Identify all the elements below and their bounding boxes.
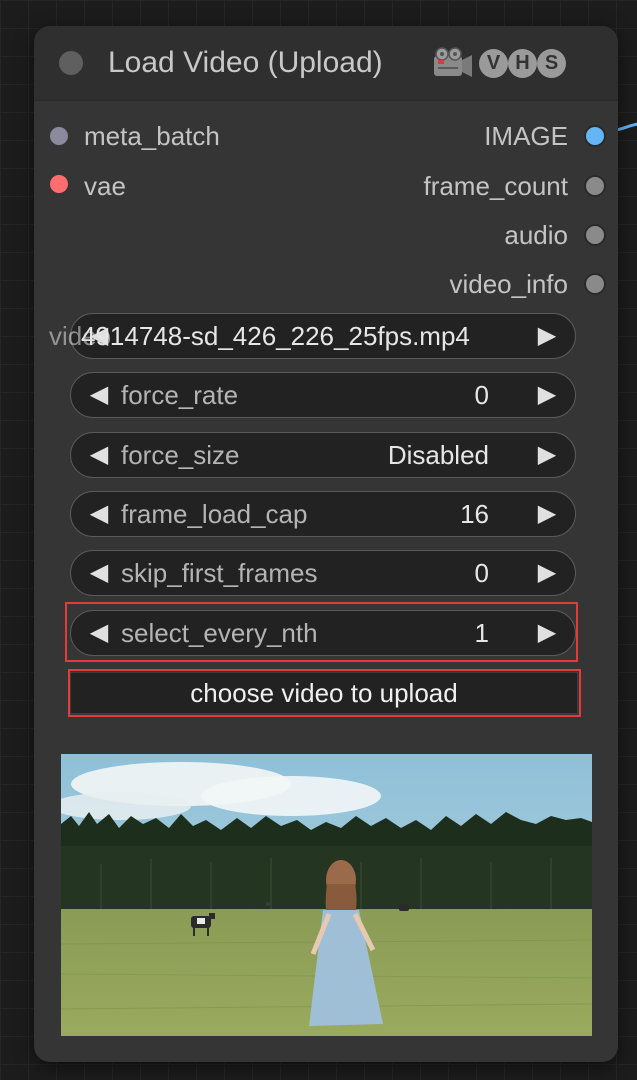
force-rate-label: force_rate bbox=[121, 380, 239, 410]
meta-batch-input-dot[interactable] bbox=[50, 127, 68, 145]
badge-v: V bbox=[479, 49, 508, 78]
video-next-arrow[interactable]: ▶ bbox=[533, 314, 561, 358]
collapse-toggle[interactable] bbox=[59, 51, 83, 75]
frame-load-cap-value: 16 bbox=[460, 499, 489, 529]
vae-input-label: vae bbox=[84, 171, 126, 201]
skip-first-frames-value: 0 bbox=[474, 558, 489, 588]
video-info-output-label: video_info bbox=[449, 269, 568, 299]
force-size-widget[interactable]: ◀ force_size Disabled ▶ bbox=[70, 432, 576, 478]
select-every-nth-label: select_every_nth bbox=[121, 618, 318, 648]
audio-output-dot[interactable] bbox=[584, 224, 606, 246]
skip-first-frames-increment[interactable]: ▶ bbox=[533, 551, 561, 595]
video-widget-value: 4914748-sd_426_226_25fps.mp4 bbox=[81, 321, 470, 351]
force-size-prev[interactable]: ◀ bbox=[85, 433, 113, 477]
image-output-dot[interactable] bbox=[584, 125, 606, 147]
force-rate-value: 0 bbox=[474, 380, 489, 410]
select-every-nth-decrement[interactable]: ◀ bbox=[85, 611, 113, 655]
video-combo-widget[interactable]: ◀ video 4914748-sd_426_226_25fps.mp4 ▶ bbox=[49, 313, 576, 359]
frame-count-output-dot[interactable] bbox=[584, 175, 606, 197]
force-size-value: Disabled bbox=[387, 440, 489, 470]
frame-load-cap-label: frame_load_cap bbox=[121, 499, 308, 529]
frame-load-cap-widget[interactable]: ◀ frame_load_cap 16 ▶ bbox=[70, 491, 576, 537]
force-rate-widget[interactable]: ◀ force_rate 0 ▶ bbox=[70, 372, 576, 418]
node-title: Load Video (Upload) bbox=[108, 46, 383, 79]
node-header[interactable]: Load Video (Upload) V H S bbox=[34, 26, 618, 101]
image-output-label: IMAGE bbox=[484, 121, 568, 151]
video-info-output-dot[interactable] bbox=[584, 273, 606, 295]
choose-video-upload-button[interactable]: choose video to upload bbox=[70, 672, 578, 714]
frame-load-cap-increment[interactable]: ▶ bbox=[533, 492, 561, 536]
skip-first-frames-decrement[interactable]: ◀ bbox=[85, 551, 113, 595]
force-rate-increment[interactable]: ▶ bbox=[533, 373, 561, 417]
skip-first-frames-widget[interactable]: ◀ skip_first_frames 0 ▶ bbox=[70, 550, 576, 596]
select-every-nth-value: 1 bbox=[474, 618, 489, 648]
frame-count-output-label: frame_count bbox=[423, 171, 568, 201]
audio-output-label: audio bbox=[504, 220, 568, 250]
video-camera-icon bbox=[434, 47, 472, 77]
badge-h: H bbox=[508, 49, 537, 78]
force-size-label: force_size bbox=[121, 440, 240, 470]
load-video-node[interactable]: Load Video (Upload) V H S meta_batch vae… bbox=[34, 26, 618, 1062]
vae-input-dot[interactable] bbox=[50, 175, 68, 193]
video-preview bbox=[61, 754, 592, 1036]
meta-batch-input-label: meta_batch bbox=[84, 121, 220, 151]
force-size-next[interactable]: ▶ bbox=[533, 433, 561, 477]
select-every-nth-widget[interactable]: ◀ select_every_nth 1 ▶ bbox=[70, 610, 576, 656]
select-every-nth-increment[interactable]: ▶ bbox=[533, 611, 561, 655]
skip-first-frames-label: skip_first_frames bbox=[121, 558, 318, 588]
badge-s: S bbox=[537, 49, 566, 78]
force-rate-decrement[interactable]: ◀ bbox=[85, 373, 113, 417]
frame-load-cap-decrement[interactable]: ◀ bbox=[85, 492, 113, 536]
